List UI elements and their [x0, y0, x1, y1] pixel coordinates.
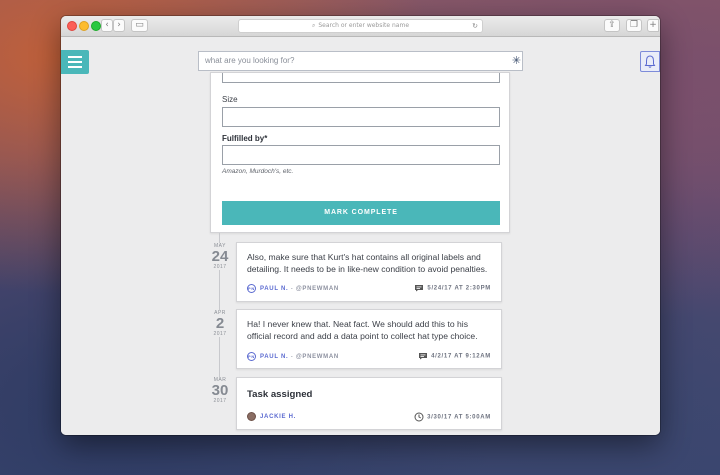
timeline-date: MAY 24 2017 — [205, 243, 235, 270]
zoom-window-button[interactable] — [91, 21, 101, 31]
close-window-button[interactable] — [67, 21, 77, 31]
address-bar[interactable]: ⌕ Search or enter website name ↻ — [238, 19, 483, 33]
comment-timestamp: 5/24/17 AT 2:30PM — [414, 284, 491, 292]
author-handle: @PNEWMAN — [295, 286, 339, 293]
date-year: 2017 — [213, 264, 227, 270]
date-day: 24 — [211, 248, 229, 265]
search-input[interactable]: what are you looking for? — [198, 51, 523, 71]
timeline-comment: Also, make sure that Kurt's hat contains… — [236, 242, 502, 302]
bell-icon — [644, 55, 656, 68]
plus-icon: + — [649, 20, 657, 30]
address-placeholder: Search or enter website name — [318, 22, 410, 29]
event-timestamp: 3/30/17 AT 5:00AM — [414, 412, 491, 422]
event-title: Task assigned — [247, 389, 313, 400]
tabs-icon: ❐ — [629, 20, 639, 30]
search-icon: ⌕ — [311, 22, 316, 29]
avatar — [247, 412, 256, 421]
mark-complete-button[interactable]: MARK COMPLETE — [222, 201, 500, 225]
timeline-event: Task assigned JACKIE H. 3/30/17 AT 5:00A… — [236, 377, 502, 430]
previous-field[interactable] — [222, 73, 500, 83]
share-button[interactable]: ⇪ — [604, 19, 620, 32]
author-separator: - — [290, 354, 294, 361]
timestamp-text: 4/2/17 AT 9:12AM — [431, 353, 491, 360]
author-name: JACKIE H. — [260, 414, 296, 421]
timestamp-text: 5/24/17 AT 2:30PM — [427, 285, 491, 292]
reload-icon[interactable]: ↻ — [472, 20, 478, 32]
author-name: PAUL N. — [260, 286, 289, 293]
author-separator: - — [290, 286, 294, 293]
fulfilled-by-field[interactable] — [222, 145, 500, 165]
menu-button[interactable] — [61, 50, 89, 74]
comment-author[interactable]: PN PAUL N. - @PNEWMAN — [247, 284, 339, 293]
sidebar-icon: ▭ — [135, 20, 144, 30]
size-field[interactable] — [222, 107, 500, 127]
loading-spinner-icon: ✳ — [511, 54, 522, 67]
clock-icon — [414, 412, 424, 422]
timeline-comment: Ha! I never knew that. Neat fact. We sho… — [236, 309, 502, 369]
minimize-window-button[interactable] — [79, 21, 89, 31]
show-tabs-button[interactable]: ❐ — [626, 19, 642, 32]
date-year: 2017 — [213, 331, 227, 337]
fulfilled-by-label: Fulfilled by* — [222, 134, 268, 143]
hamburger-icon-bar — [68, 61, 82, 63]
timeline-date: MAR 30 2017 — [205, 377, 235, 404]
hamburger-icon-bar — [68, 66, 82, 68]
chevron-left-icon: ‹ — [105, 20, 109, 30]
date-day: 30 — [211, 382, 229, 399]
chevron-right-icon: › — [117, 20, 121, 30]
browser-window: ‹ › ▭ ⌕ Search or enter website name ↻ ⇪ … — [61, 16, 660, 435]
comment-text: Also, make sure that Kurt's hat contains… — [247, 252, 488, 274]
comment-icon — [415, 285, 424, 292]
hamburger-icon — [68, 56, 82, 58]
avatar: PN — [247, 352, 256, 361]
share-icon: ⇪ — [608, 20, 616, 30]
notifications-button[interactable] — [640, 51, 660, 72]
comment-timestamp: 4/2/17 AT 9:12AM — [418, 352, 491, 360]
avatar: PN — [247, 284, 256, 293]
browser-toolbar: ‹ › ▭ ⌕ Search or enter website name ↻ ⇪ … — [61, 16, 660, 37]
comment-author[interactable]: PN PAUL N. - @PNEWMAN — [247, 352, 339, 361]
fulfilled-by-hint: Amazon, Murdoch's, etc. — [222, 168, 294, 175]
event-author[interactable]: JACKIE H. — [247, 412, 296, 421]
comment-icon — [419, 353, 428, 360]
date-day: 2 — [215, 315, 225, 332]
complete-task-form: Size Fulfilled by* Amazon, Murdoch's, et… — [210, 72, 510, 233]
search-placeholder: what are you looking for? — [205, 56, 295, 65]
date-year: 2017 — [213, 398, 227, 404]
forward-button[interactable]: › — [113, 19, 125, 32]
new-tab-button[interactable]: + — [647, 19, 659, 32]
sidebar-toggle-button[interactable]: ▭ — [131, 19, 148, 32]
page-content: what are you looking for? ✳ Size Fulfill… — [61, 37, 660, 435]
size-label: Size — [222, 95, 238, 104]
author-handle: @PNEWMAN — [295, 354, 339, 361]
author-name: PAUL N. — [260, 354, 289, 361]
timestamp-text: 3/30/17 AT 5:00AM — [427, 414, 491, 421]
comment-text: Ha! I never knew that. Neat fact. We sho… — [247, 319, 478, 341]
back-button[interactable]: ‹ — [101, 19, 113, 32]
timeline-date: APR 2 2017 — [205, 310, 235, 337]
